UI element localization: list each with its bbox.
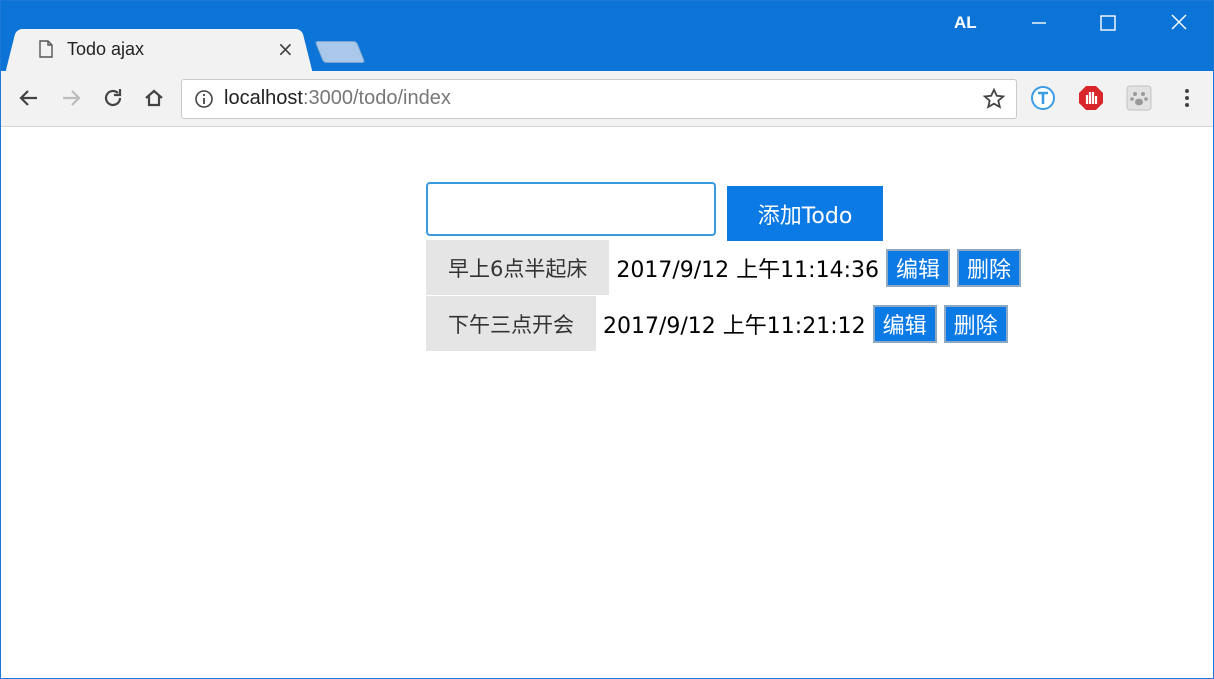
todo-row: 下午三点开会 2017/9/12 上午11:21:12 编辑 删除 bbox=[426, 296, 1008, 351]
maximize-icon[interactable] bbox=[1088, 7, 1128, 37]
edit-button[interactable]: 编辑 bbox=[872, 304, 937, 343]
todo-time: 2017/9/12 上午11:14:36 bbox=[616, 257, 879, 283]
profile-badge[interactable]: AL bbox=[954, 13, 977, 33]
todo-row: 早上6点半起床 2017/9/12 上午11:14:36 编辑 删除 bbox=[426, 240, 1022, 295]
url-path: :3000/todo/index bbox=[302, 87, 451, 109]
add-todo-button[interactable]: 添加Todo bbox=[727, 186, 883, 241]
reload-icon[interactable] bbox=[101, 86, 125, 110]
forward-arrow-icon[interactable] bbox=[59, 86, 83, 110]
adblock-extension-icon[interactable] bbox=[1078, 85, 1104, 111]
new-tab-button[interactable] bbox=[314, 41, 366, 63]
bookmark-star-icon[interactable] bbox=[982, 87, 1006, 111]
title-bar: Todo ajax × AL bbox=[1, 1, 1213, 71]
info-icon[interactable] bbox=[194, 89, 214, 109]
browser-toolbar: localhost:3000/todo/index bbox=[1, 71, 1213, 127]
home-icon[interactable] bbox=[142, 86, 166, 110]
page-icon bbox=[39, 40, 53, 58]
back-arrow-icon[interactable] bbox=[17, 86, 41, 110]
todo-time: 2017/9/12 上午11:21:12 bbox=[603, 313, 866, 339]
delete-button[interactable]: 删除 bbox=[943, 304, 1008, 343]
paw-extension-icon[interactable] bbox=[1126, 85, 1152, 111]
tab-title: Todo ajax bbox=[67, 39, 145, 59]
minimize-icon[interactable] bbox=[1019, 7, 1059, 37]
address-bar[interactable]: localhost:3000/todo/index bbox=[181, 79, 1017, 119]
url-text: localhost:3000/todo/index bbox=[224, 87, 451, 110]
todo-input[interactable] bbox=[426, 182, 716, 236]
close-window-icon[interactable] bbox=[1159, 7, 1199, 37]
browser-window: Todo ajax × AL localhost:3000/todo/index… bbox=[0, 0, 1214, 679]
browser-tab[interactable]: Todo ajax × bbox=[17, 29, 301, 71]
todo-text[interactable]: 早上6点半起床 bbox=[426, 240, 610, 295]
page-content: 添加Todo 早上6点半起床 2017/9/12 上午11:14:36 编辑 删… bbox=[1, 127, 1213, 678]
tab-close-icon[interactable]: × bbox=[277, 37, 294, 61]
url-host: localhost bbox=[224, 87, 303, 109]
delete-button[interactable]: 删除 bbox=[957, 248, 1022, 287]
translate-extension-icon[interactable] bbox=[1030, 85, 1056, 111]
menu-icon[interactable] bbox=[1174, 85, 1200, 111]
edit-button[interactable]: 编辑 bbox=[885, 248, 950, 287]
todo-text[interactable]: 下午三点开会 bbox=[426, 296, 596, 351]
